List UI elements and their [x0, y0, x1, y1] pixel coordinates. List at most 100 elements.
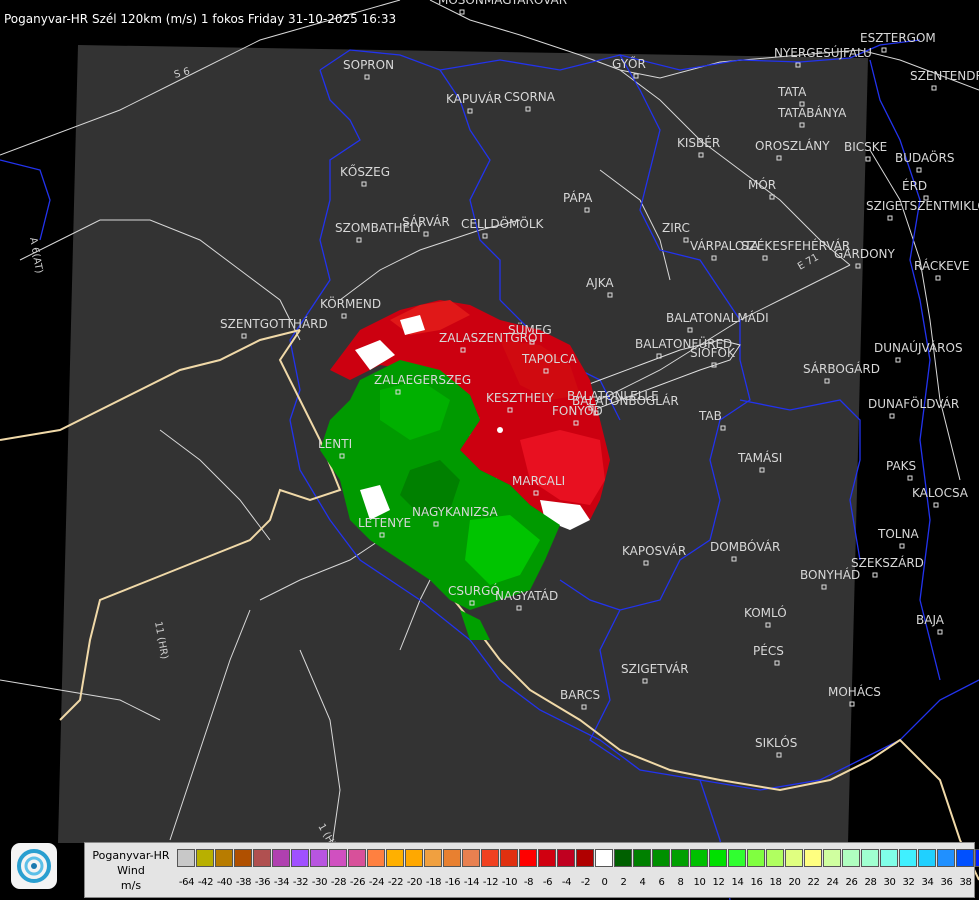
legend-swatch: [861, 849, 879, 867]
legend-value-label: 18: [769, 877, 782, 888]
legend-swatch: [614, 849, 632, 867]
legend-swatch: [367, 849, 385, 867]
legend-value-label: -34: [273, 877, 290, 888]
legend-value-label: -32: [292, 877, 309, 888]
legend-swatch: [519, 849, 537, 867]
city-label: OROSZLÁNY: [755, 138, 830, 153]
legend-value-label: -28: [330, 877, 347, 888]
city-label: SZIGETSZENTMIKLÓS: [866, 198, 979, 213]
city-label: SZIGETVÁR: [621, 661, 689, 676]
legend-value-label: 40: [975, 877, 979, 888]
city-label: MÓR: [748, 177, 776, 192]
legend-value-label: -42: [197, 877, 214, 888]
legend-value-label: 32: [902, 877, 915, 888]
city-label: TAPOLCA: [521, 352, 577, 366]
legend-value-label: 26: [845, 877, 858, 888]
city-label: CSORNA: [504, 90, 556, 104]
city-label: ZALASZENTGRÓT: [439, 330, 545, 345]
legend-swatch: [899, 849, 917, 867]
city-label: SÁRBOGÁRD: [803, 361, 880, 376]
legend-value-label: -10: [501, 877, 518, 888]
legend-swatch: [671, 849, 689, 867]
legend-title-quantity: Wind: [117, 864, 145, 877]
legend-swatch: [462, 849, 480, 867]
legend-swatch: [652, 849, 670, 867]
legend-value-label: 6: [658, 877, 665, 888]
legend-swatch: [728, 849, 746, 867]
legend-swatch: [937, 849, 955, 867]
city-label: BARCS: [560, 688, 600, 702]
legend-title-unit: m/s: [120, 879, 142, 892]
legend-value-label: 10: [693, 877, 706, 888]
city-label: FONYÓD: [552, 403, 603, 418]
city-label: SOPRON: [343, 58, 394, 72]
city-label: KAPOSVÁR: [622, 543, 686, 558]
city-label: KAPUVÁR: [446, 91, 502, 106]
city-label: BICSKE: [844, 140, 887, 154]
legend-value-label: -4: [561, 877, 572, 888]
city-label: SZEKSZÁRD: [851, 555, 924, 570]
legend-swatch: [538, 849, 556, 867]
legend-value-label: 4: [639, 877, 646, 888]
legend-swatch: [880, 849, 898, 867]
legend-value-label: -14: [463, 877, 480, 888]
city-label: DUNAFÖLDVÁR: [868, 395, 959, 411]
radar-map[interactable]: MOSONMAGYARÓVÁR SOPRON KAPUVÁR CSORNA KŐSZEG…: [0, 0, 979, 900]
city-label: TAB: [698, 409, 722, 423]
legend-value-label: 34: [921, 877, 934, 888]
radar-product-title: Poganyvar-HR Szél 120km (m/s) 1 fokos Fr…: [4, 12, 397, 26]
legend-value-label: 36: [940, 877, 953, 888]
city-label: GÁRDONY: [834, 246, 896, 261]
city-label: KŐSZEG: [340, 164, 390, 179]
city-label: SZENTENDRE: [910, 69, 979, 83]
legend-value-label: 30: [883, 877, 896, 888]
legend-swatch: [975, 849, 979, 867]
legend-value-label: -16: [444, 877, 461, 888]
legend-value-label: 14: [731, 877, 744, 888]
legend-color-scale: [177, 849, 979, 867]
city-label: BALATONALMÁDI: [666, 310, 769, 325]
legend-value-label: -20: [406, 877, 423, 888]
legend-value-label: -64: [178, 877, 195, 888]
legend-value-label: -8: [523, 877, 534, 888]
legend-value-label: 24: [826, 877, 839, 888]
city-label: KISBÉR: [677, 135, 720, 150]
city-label: MOHÁCS: [828, 684, 881, 699]
legend-swatch: [500, 849, 518, 867]
city-label: KALOCSA: [912, 486, 969, 500]
city-label: DOMBÓVÁR: [710, 539, 780, 554]
city-label: SIKLÓS: [755, 735, 797, 750]
city-label: SIÓFOK: [690, 345, 736, 360]
legend-swatch: [424, 849, 442, 867]
city-label: TOLNA: [877, 527, 919, 541]
legend-swatch: [595, 849, 613, 867]
city-label: MOSONMAGYARÓVÁR: [438, 0, 567, 7]
city-label: TAMÁSI: [737, 450, 782, 465]
legend-swatch: [329, 849, 347, 867]
legend-value-label: 38: [959, 877, 972, 888]
city-label: ESZTERGOM: [860, 31, 936, 45]
legend-value-label: -36: [254, 877, 271, 888]
city-label: MARCALI: [512, 474, 565, 488]
legend-value-label: -18: [425, 877, 442, 888]
city-label: BAJA: [916, 613, 945, 627]
city-label: LETENYE: [358, 516, 411, 530]
legend-swatch: [918, 849, 936, 867]
city-label: KÖRMEND: [320, 295, 381, 311]
legend-swatch: [690, 849, 708, 867]
city-label: ÉRD: [902, 178, 927, 193]
legend-value-label: -26: [349, 877, 366, 888]
city-label: NAGYATÁD: [495, 588, 558, 603]
legend-swatch: [443, 849, 461, 867]
city-label: TATA: [777, 85, 807, 99]
city-label: BUDAÖRS: [895, 149, 954, 165]
color-legend: Poganyvar-HR Wind m/s -64 -42 -40 -38 -36 -34…: [84, 842, 979, 898]
legend-swatch: [196, 849, 214, 867]
legend-swatch: [177, 849, 195, 867]
city-label: KOMLÓ: [744, 605, 787, 620]
city-label: NAGYKANIZSA: [412, 505, 498, 519]
city-label: DUNAÚJVÁROS: [874, 340, 963, 355]
legend-swatch: [215, 849, 233, 867]
legend-swatch: [747, 849, 765, 867]
city-label: PÉCS: [753, 643, 784, 658]
